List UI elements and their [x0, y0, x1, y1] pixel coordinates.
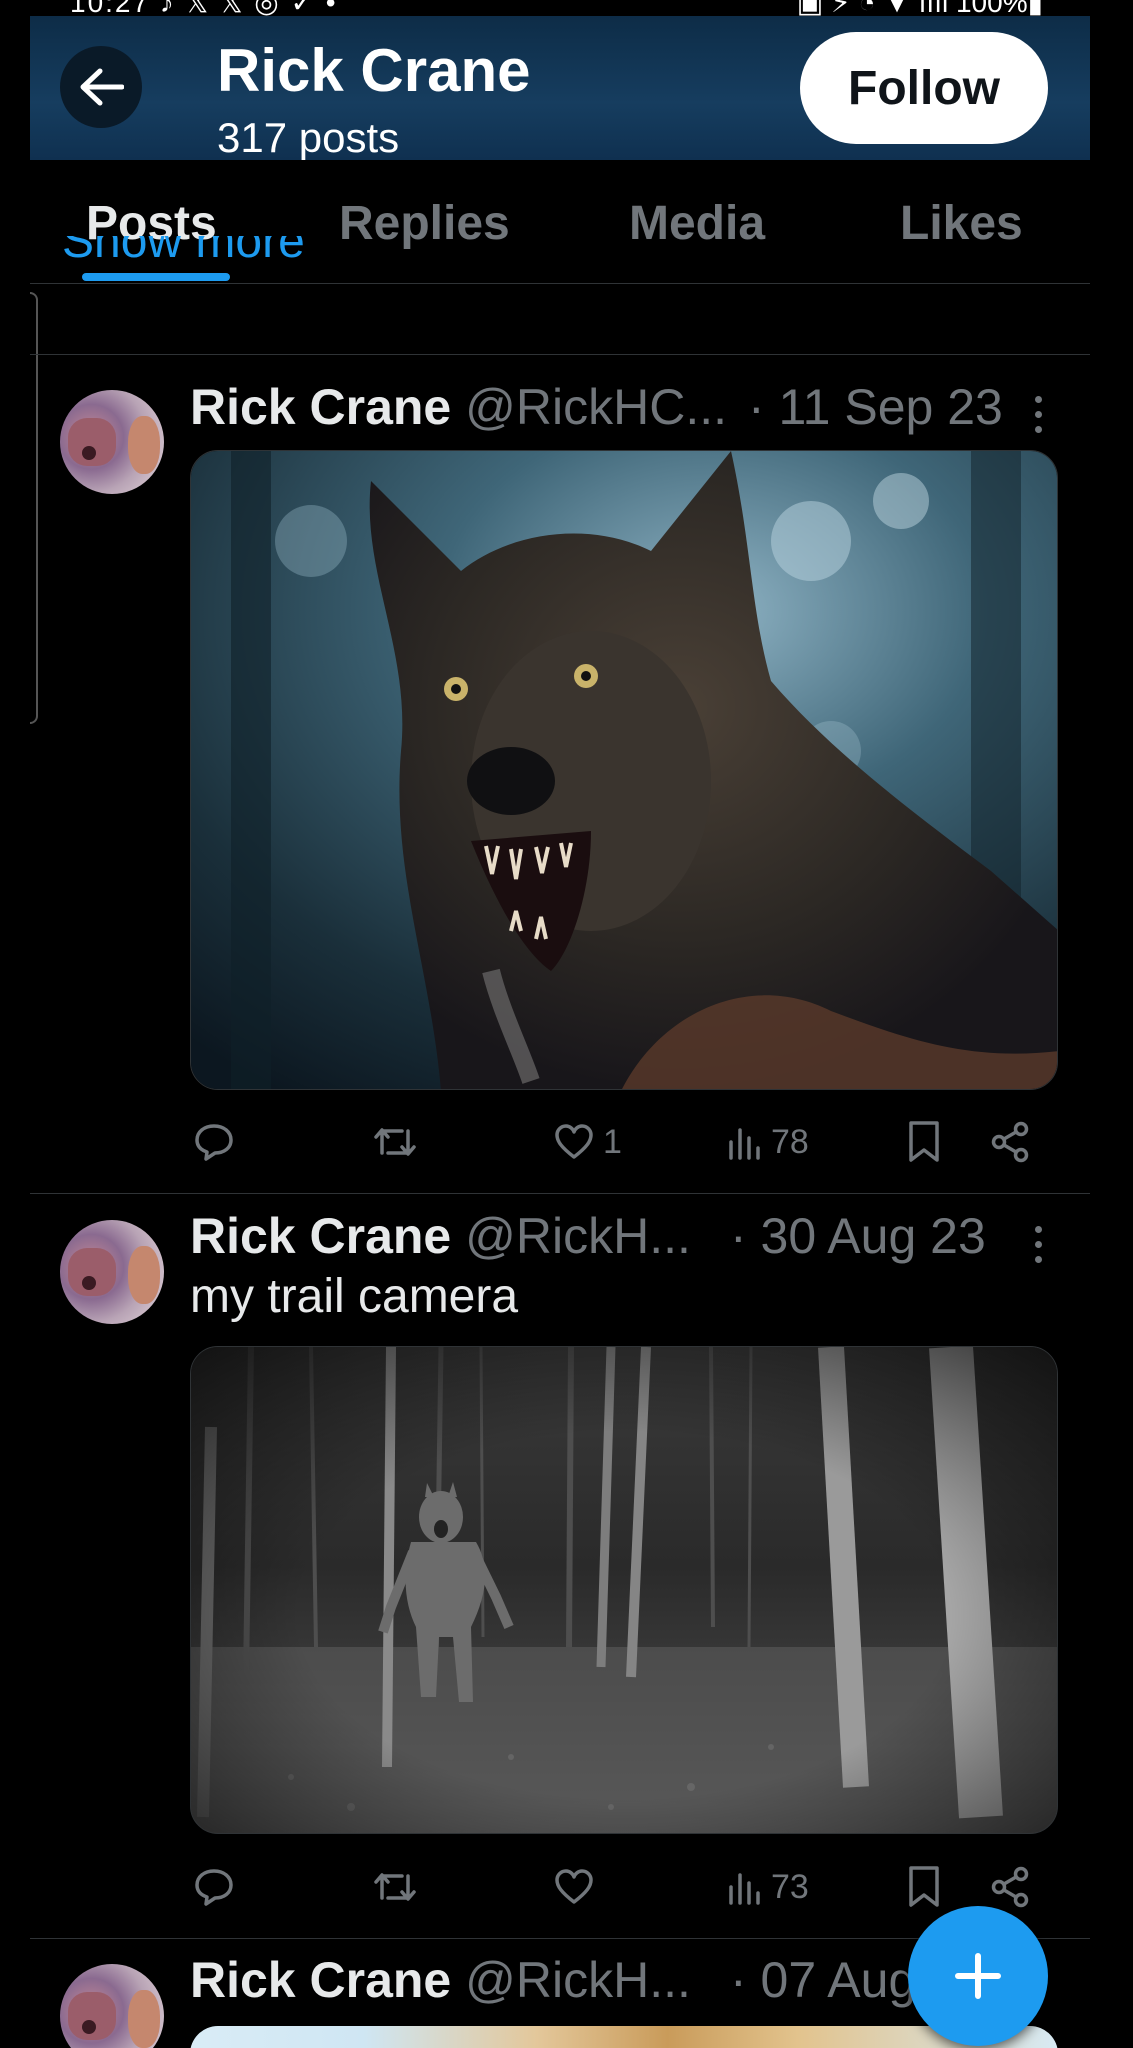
status-bar-right: ▣ ⚡ ◔ ▼ ıııl 100%▮: [796, 0, 1043, 16]
back-button[interactable]: [60, 46, 142, 128]
reply-icon: [195, 1869, 233, 1906]
tweet-image-partial[interactable]: [190, 2026, 1058, 2048]
reply-button[interactable]: [193, 1863, 243, 1911]
tweet-author-name[interactable]: Rick Crane: [190, 1952, 451, 2008]
tab-media[interactable]: Media: [629, 196, 765, 251]
views-button[interactable]: 73: [727, 1863, 809, 1911]
tab-likes[interactable]: Likes: [900, 196, 1023, 251]
tweet-actions: 73: [0, 1863, 1133, 1911]
bookmark-button[interactable]: [906, 1118, 942, 1166]
views-button[interactable]: 78: [727, 1118, 809, 1166]
tweet-date[interactable]: · 07 Aug: [730, 1950, 916, 2010]
tweet-image-werewolf[interactable]: [190, 450, 1058, 1090]
reply-button[interactable]: [193, 1118, 243, 1166]
bookmark-button[interactable]: [906, 1863, 942, 1911]
status-bar-left: 10:27 ♪ 𝕏 𝕏 ◎ ✓ •: [70, 0, 338, 16]
post-count: 317 posts: [217, 114, 400, 160]
tweet-author-handle[interactable]: @RickH...: [465, 1952, 691, 2008]
werewolf-image: [191, 451, 1057, 1089]
tweet-author-name[interactable]: Rick Crane: [190, 379, 451, 435]
reply-icon: [195, 1124, 233, 1161]
share-icon: [991, 1121, 1029, 1163]
avatar[interactable]: [60, 1964, 164, 2048]
like-button[interactable]: [553, 1863, 603, 1911]
plus-icon: [955, 1953, 1001, 1999]
compose-button[interactable]: [908, 1906, 1048, 2046]
bookmark-icon: [909, 1121, 939, 1162]
repost-button[interactable]: [372, 1863, 426, 1911]
thread-bracket: [30, 292, 38, 724]
show-more-link[interactable]: Show more: [62, 236, 305, 282]
trail-camera-image: [191, 1347, 1057, 1833]
profile-header: Rick Crane 317 posts Follow: [30, 16, 1090, 160]
repost-icon: [374, 1128, 416, 1156]
divider: [30, 1193, 1090, 1194]
show-more-label: Show more: [62, 236, 305, 268]
tab-replies[interactable]: Replies: [339, 196, 510, 251]
tweet-author-name[interactable]: Rick Crane: [190, 1208, 451, 1264]
repost-icon: [374, 1873, 416, 1901]
more-options-icon[interactable]: [1030, 1226, 1046, 1263]
profile-name: Rick Crane: [217, 37, 531, 104]
tweet-date[interactable]: · 30 Aug 23: [730, 1206, 986, 1266]
tweet-author-handle[interactable]: @RickHC...: [465, 379, 727, 435]
repost-button[interactable]: [372, 1118, 426, 1166]
status-bar: 10:27 ♪ 𝕏 𝕏 ◎ ✓ • ▣ ⚡ ◔ ▼ ıııl 100%▮: [0, 0, 1133, 16]
share-button[interactable]: [990, 1118, 1030, 1166]
tweet-author-handle[interactable]: @RickH...: [465, 1208, 691, 1264]
view-count: 78: [771, 1122, 809, 1161]
more-options-icon[interactable]: [1030, 396, 1046, 433]
share-icon: [991, 1866, 1029, 1908]
avatar[interactable]: [60, 390, 164, 494]
tweet-actions: 1 78: [0, 1118, 1133, 1166]
tweet-header: Rick Crane @RickHC...: [190, 377, 727, 437]
like-button[interactable]: 1: [553, 1118, 622, 1166]
tweet-date[interactable]: · 11 Sep 23: [748, 377, 1003, 437]
heart-icon: [555, 1869, 593, 1904]
views-icon: [729, 1128, 760, 1160]
divider: [30, 354, 1090, 355]
views-icon: [729, 1873, 760, 1905]
tweet-header: Rick Crane @RickH...: [190, 1950, 691, 2010]
follow-button[interactable]: Follow: [800, 32, 1048, 144]
like-count: 1: [603, 1122, 622, 1161]
view-count: 73: [771, 1867, 809, 1906]
avatar[interactable]: [60, 1220, 164, 1324]
tweet-text: my trail camera: [190, 1270, 519, 1323]
arrow-left-icon: [80, 68, 124, 106]
heart-icon: [555, 1124, 593, 1159]
tweet-image-trail-camera[interactable]: [190, 1346, 1058, 1834]
bookmark-icon: [909, 1866, 939, 1907]
share-button[interactable]: [990, 1863, 1030, 1911]
tweet-header: Rick Crane @RickH...: [190, 1206, 691, 1266]
